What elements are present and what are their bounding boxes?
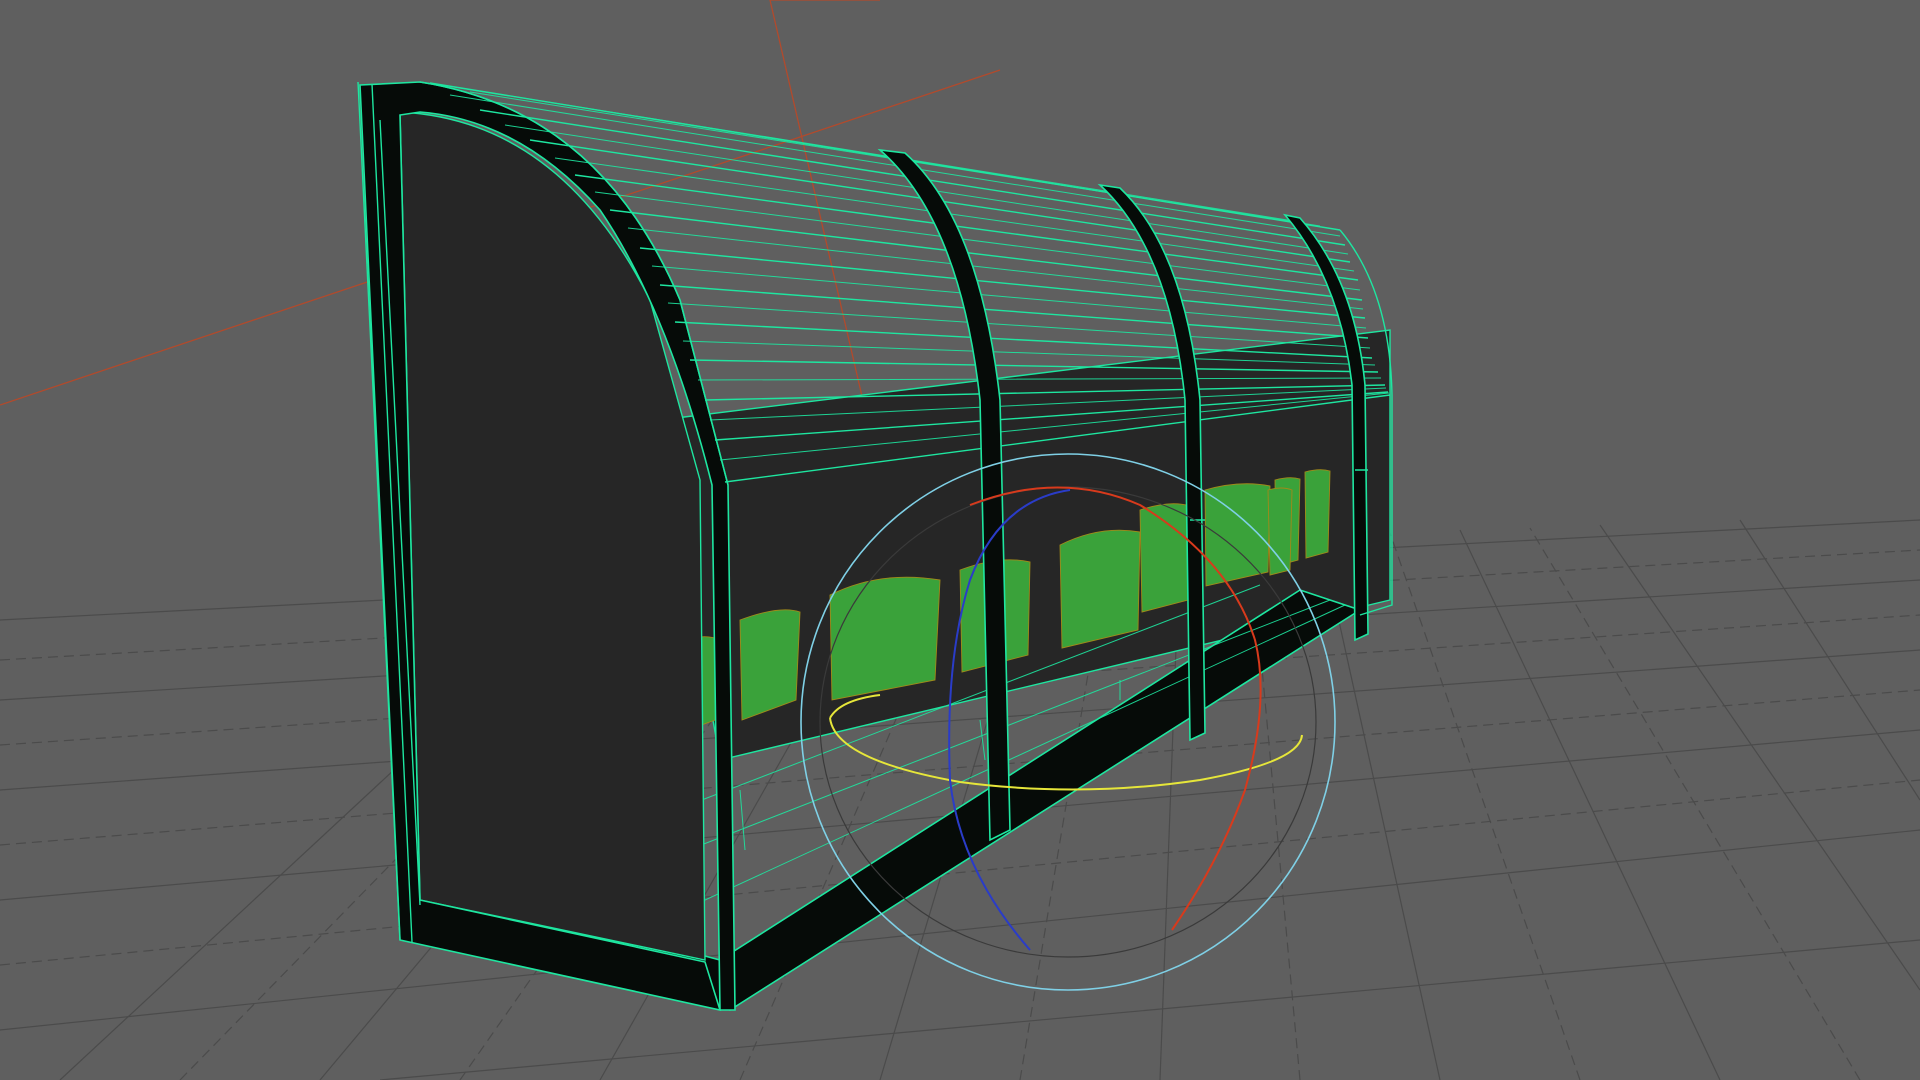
seat-back-5 bbox=[1059, 529, 1141, 649]
3d-viewport[interactable] bbox=[0, 0, 1920, 1080]
viewport-canvas[interactable] bbox=[0, 0, 1920, 1080]
seat-back-6 bbox=[1139, 503, 1191, 613]
side-glass-panel bbox=[399, 111, 706, 961]
seat-back-9 bbox=[1304, 469, 1331, 559]
seat-back-10 bbox=[1267, 487, 1293, 576]
seat-back-3 bbox=[829, 576, 941, 701]
dugout-model[interactable] bbox=[357, 81, 1393, 1012]
